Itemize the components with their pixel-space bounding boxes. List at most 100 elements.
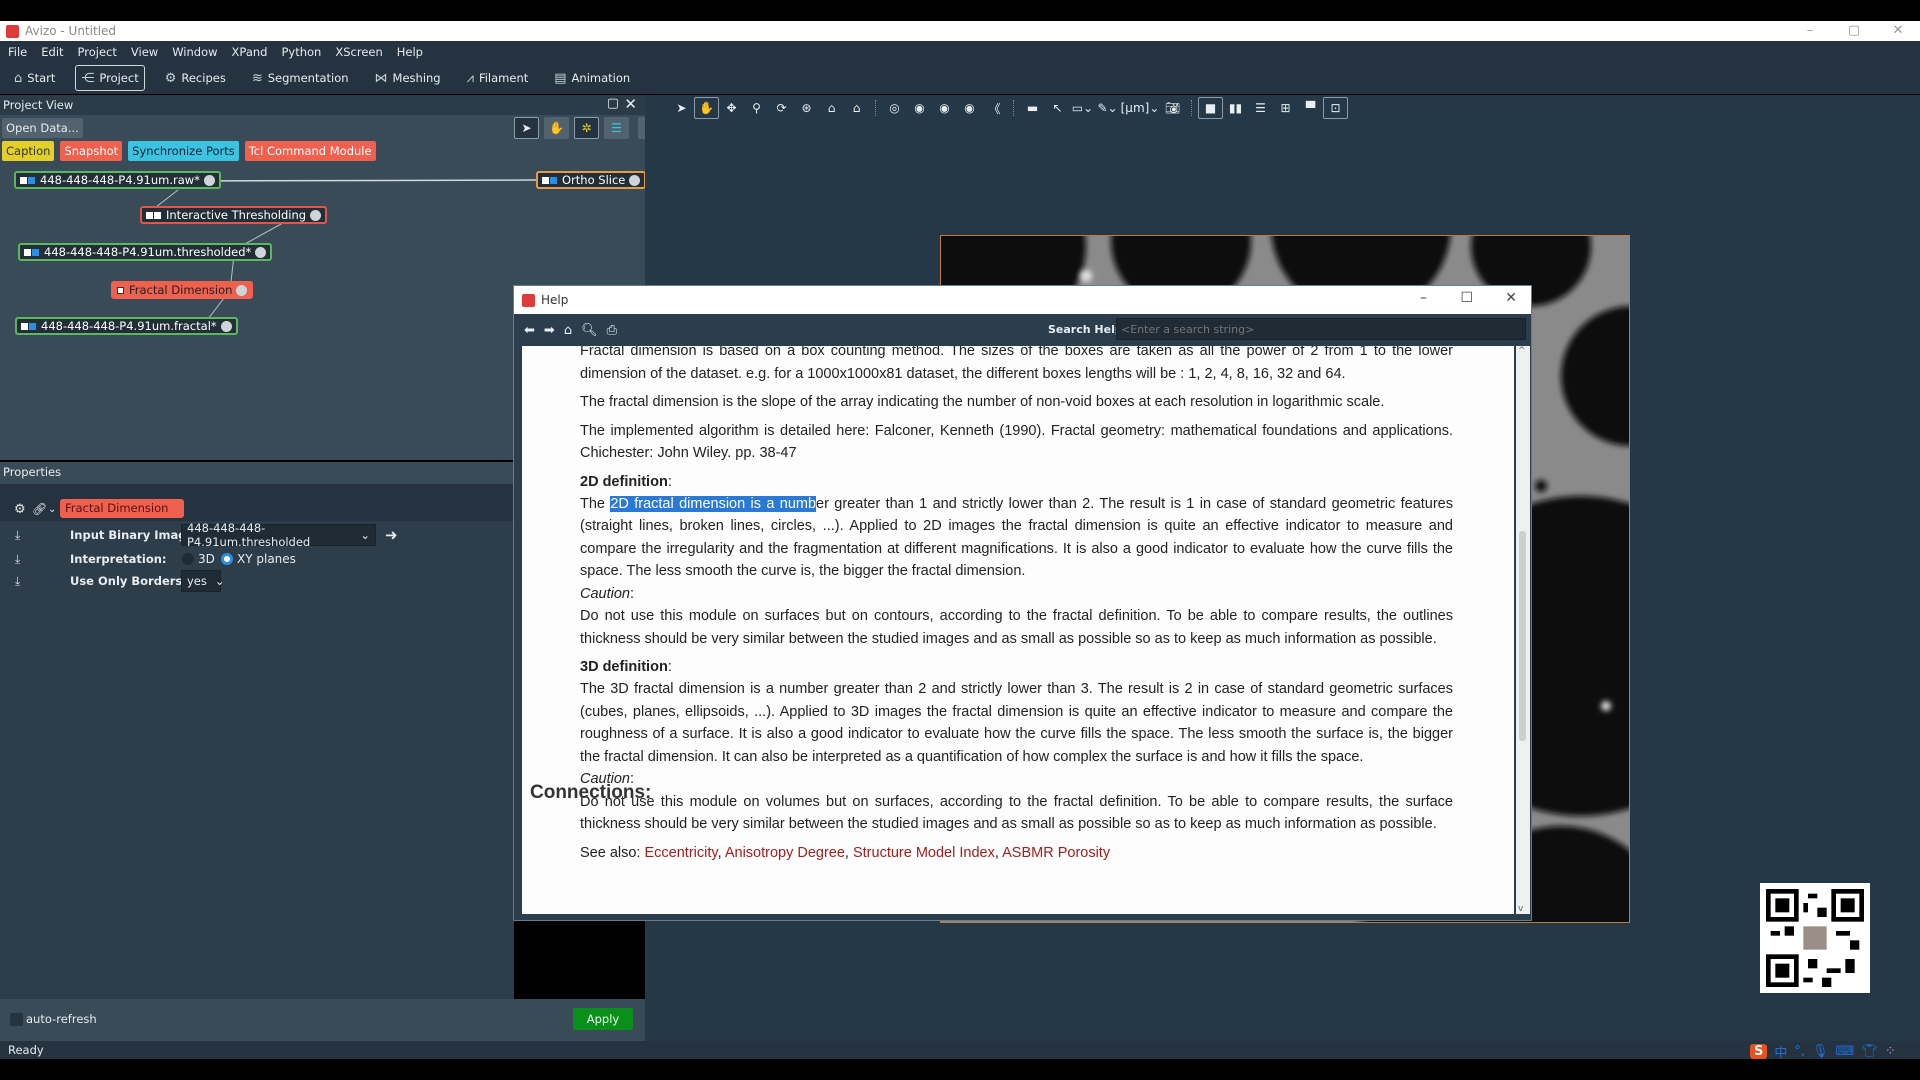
qr-code (1760, 883, 1870, 993)
apply-button[interactable]: Apply (573, 1008, 633, 1030)
sogou-ime-icon[interactable]: S (1750, 1043, 1768, 1059)
menu-view[interactable]: View (131, 45, 158, 59)
chevron-down-icon[interactable]: ⌄ (48, 504, 56, 515)
project-tree-icon: ⋲ (81, 70, 95, 86)
scroll-up-icon[interactable]: ^ (1518, 346, 1526, 356)
layout-two-vertical-icon[interactable]: ▮▮ (1223, 97, 1248, 119)
layout-two-horizontal-icon[interactable]: ☰ (1248, 97, 1273, 119)
help-toolbar: ⬅ ➡ ⌂ 🔍︎ ⎙ Search Help: (514, 314, 1531, 346)
node-fractal-data[interactable]: 448-448-448-P4.91um.fractal* (15, 317, 238, 335)
link-asbmr-porosity[interactable]: ASBMR Porosity (1002, 845, 1110, 861)
auto-refresh-checkbox[interactable] (10, 1013, 23, 1026)
hand-icon[interactable]: ✋ (694, 97, 719, 119)
radio-3d[interactable] (182, 553, 194, 565)
eyedropper-icon[interactable]: ✎⌄ (1095, 97, 1120, 119)
fullscreen-icon[interactable]: ⊡ (1323, 97, 1348, 119)
input-binary-image-select[interactable]: 448-448-448-P4.91um.thresholded ⌄ (181, 521, 376, 549)
node-port-icon[interactable] (310, 209, 322, 221)
seek-icon[interactable]: ⊛ (794, 97, 819, 119)
layout-top-icon[interactable]: ▀ (1298, 97, 1323, 119)
node-raw-data[interactable]: 448-448-448-P4.91um.raw* (14, 171, 221, 189)
workroom-filament[interactable]: ⩘ Filament (461, 65, 535, 91)
workroom-project[interactable]: ⋲ Project (75, 65, 145, 91)
radio-xy-planes[interactable] (221, 553, 233, 565)
print-icon[interactable]: ⎙ (607, 323, 617, 338)
workroom-recipes[interactable]: ⚙ Recipes (159, 65, 232, 91)
node-port-icon[interactable] (220, 320, 232, 332)
menu-file[interactable]: File (8, 45, 27, 59)
keyboard-icon[interactable]: ⌨ (1836, 1044, 1855, 1059)
workroom-segmentation[interactable]: ≋ Segmentation (246, 65, 355, 91)
scrollbar-thumb[interactable] (1519, 531, 1526, 741)
link-eccentricity[interactable]: Eccentricity (645, 845, 718, 861)
microphone-icon[interactable]: 🎙︎ (1812, 1044, 1829, 1059)
menu-edit[interactable]: Edit (41, 45, 63, 59)
menu-xpand[interactable]: XPand (232, 45, 268, 59)
settings-gear-icon[interactable]: ⚙ (14, 502, 26, 517)
maximize-button[interactable]: ▢ (1832, 23, 1876, 38)
layout-four-icon[interactable]: ⊞ (1273, 97, 1298, 119)
help-minimize-button[interactable]: – (1420, 290, 1427, 306)
arrow-right-icon[interactable]: ➜ (385, 526, 398, 544)
toolbox-icon[interactable]: ⁘ (1885, 1044, 1896, 1059)
use-only-borders-select[interactable]: yes ⌄ (181, 570, 225, 592)
menu-window[interactable]: Window (172, 45, 217, 59)
perspective-icon[interactable]: 《 (982, 97, 1007, 119)
skin-shirt-icon[interactable]: 👕︎ (1861, 1044, 1878, 1059)
link-icon[interactable]: 🔗︎ (32, 502, 47, 516)
minimize-button[interactable]: – (1788, 23, 1832, 38)
selected-text[interactable]: 2D fractal dimension is a numb (610, 495, 817, 512)
stereo-icon[interactable]: ▬ (1020, 97, 1045, 119)
pin-icon[interactable]: ⤓ (15, 574, 20, 589)
home-icon[interactable]: ⌂ (564, 323, 572, 338)
menu-project[interactable]: Project (78, 45, 117, 59)
view-all-icon[interactable]: ◎ (882, 97, 907, 119)
avizo-logo-icon (6, 24, 19, 38)
pan-icon[interactable]: ✥ (719, 97, 744, 119)
forward-arrow-icon[interactable]: ➡ (544, 323, 555, 338)
home-view-icon[interactable]: ⌂ (819, 97, 844, 119)
node-port-icon[interactable] (203, 174, 215, 186)
menu-python[interactable]: Python (281, 45, 321, 59)
help-close-button[interactable]: ✕ (1505, 290, 1517, 306)
node-thresholded-data[interactable]: 448-448-448-P4.91um.thresholded* (18, 243, 273, 261)
node-ortho-slice[interactable]: Ortho Slice (536, 171, 647, 189)
rotate-icon[interactable]: ⟳ (769, 97, 794, 119)
chevron-down-icon: ⌄ (360, 528, 370, 542)
ime-mode[interactable]: 中 (1774, 1042, 1787, 1061)
node-fractal-dimension[interactable]: Fractal Dimension (111, 281, 254, 299)
search-help-input[interactable] (1116, 318, 1526, 340)
help-title: Help (541, 293, 569, 307)
workroom-meshing[interactable]: ⋈ Meshing (369, 65, 447, 91)
help-maximize-button[interactable]: ☐ (1460, 290, 1473, 306)
help-scrollbar[interactable]: ^ v (1516, 346, 1530, 914)
node-port-icon[interactable] (629, 174, 641, 186)
unit-select[interactable]: [µm] ⌄ (1120, 97, 1160, 119)
node-interactive-thresholding[interactable]: Interactive Thresholding (140, 206, 328, 224)
back-arrow-icon[interactable]: ⬅ (524, 323, 535, 338)
link-anisotropy-degree[interactable]: Anisotropy Degree (725, 845, 845, 861)
node-port-icon[interactable] (236, 284, 248, 296)
punctuation-mode[interactable]: °, (1794, 1044, 1805, 1059)
ruler-icon[interactable]: ▭⌄ (1070, 97, 1095, 119)
workroom-animation[interactable]: ▤ Animation (548, 65, 636, 91)
menu-xscreen[interactable]: XScreen (335, 45, 382, 59)
zoom-icon[interactable]: ⚲ (744, 97, 769, 119)
view-xy-icon[interactable]: ◉ (907, 97, 932, 119)
pin-icon[interactable]: ⤓ (15, 528, 20, 543)
set-home-icon[interactable]: ⌂ (844, 97, 869, 119)
pointer-icon[interactable]: ➤ (669, 97, 694, 119)
node-port-icon[interactable] (255, 246, 267, 258)
link-structure-model-index[interactable]: Structure Model Index (853, 845, 995, 861)
menu-help[interactable]: Help (397, 45, 423, 59)
find-in-page-icon[interactable]: 🔍︎ (581, 323, 598, 338)
workroom-start[interactable]: ⌂ Start (8, 65, 61, 91)
scroll-down-icon[interactable]: v (1518, 904, 1523, 914)
pick-icon[interactable]: ↖ (1045, 97, 1070, 119)
layout-single-icon[interactable]: ■ (1198, 97, 1223, 119)
view-yz-icon[interactable]: ◉ (957, 97, 982, 119)
view-xz-icon[interactable]: ◉ (932, 97, 957, 119)
close-button[interactable]: ✕ (1876, 23, 1920, 38)
snapshot-camera-icon[interactable]: 📷︎ (1160, 97, 1185, 119)
pin-icon[interactable]: ⤓ (15, 552, 20, 567)
